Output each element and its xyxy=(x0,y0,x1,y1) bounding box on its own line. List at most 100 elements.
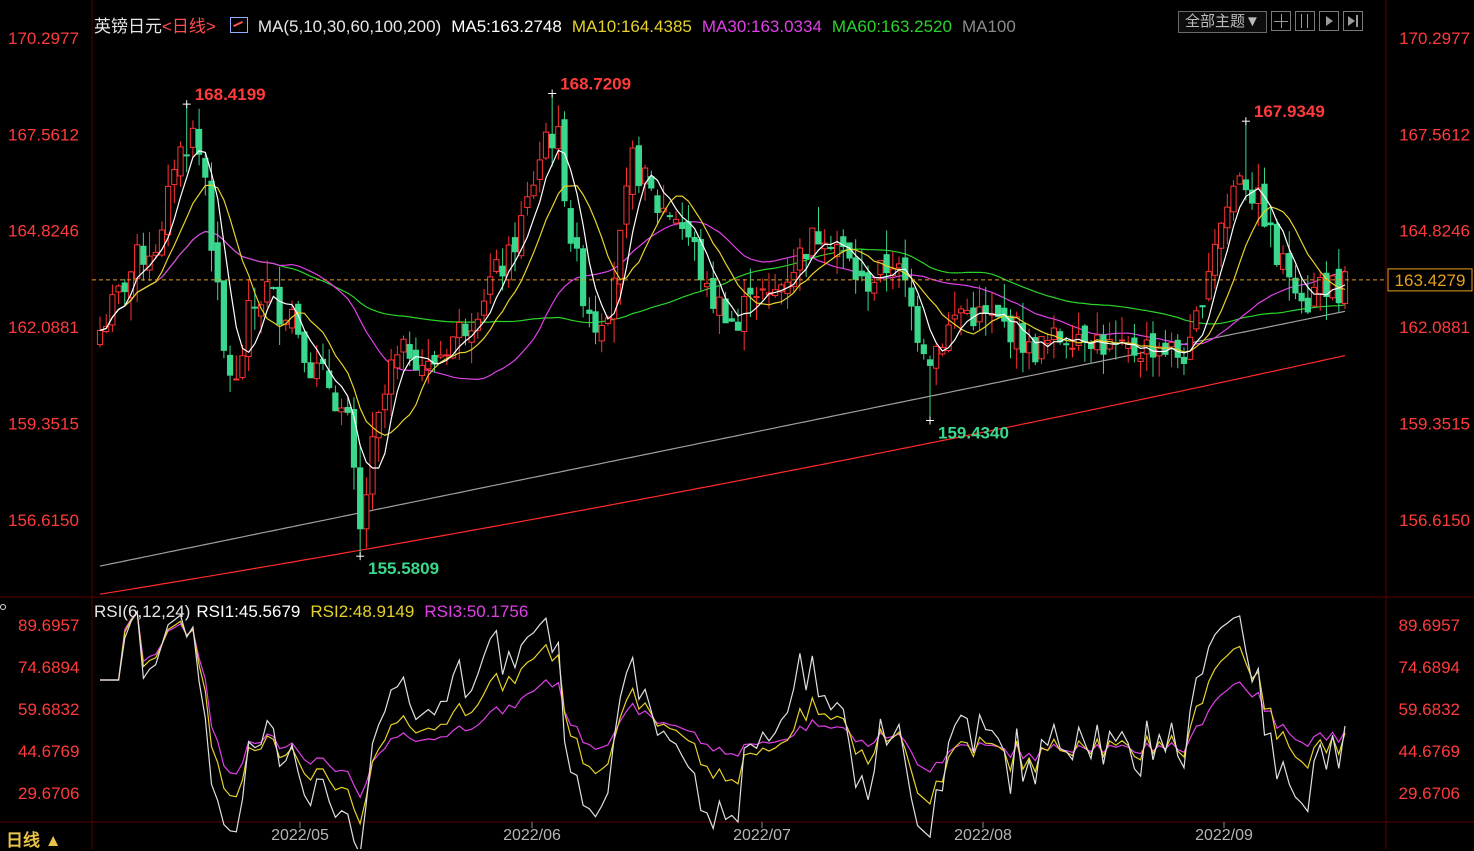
candle-body xyxy=(734,321,742,331)
candle-body xyxy=(716,296,723,316)
candle-body xyxy=(703,282,711,288)
candle-body xyxy=(511,237,519,253)
price-tick-left: 156.6150 xyxy=(8,511,79,530)
candle-body xyxy=(1149,333,1157,358)
chart-toolbar: 全部主题▼ xyxy=(1178,11,1363,33)
candle-body xyxy=(425,360,432,370)
candle-body xyxy=(1162,342,1169,355)
price-tick-left: 162.0881 xyxy=(8,318,79,337)
candle-body xyxy=(369,436,376,495)
candle-body xyxy=(381,393,389,411)
candle-body xyxy=(239,355,246,378)
ma60-value: MA60:163.2520 xyxy=(831,17,952,36)
candle-body xyxy=(1211,243,1219,276)
grid-icon[interactable] xyxy=(1270,11,1291,31)
ma30-value: MA30:163.0334 xyxy=(701,17,822,36)
candle-body xyxy=(1069,347,1076,350)
ma-settings-icon[interactable] xyxy=(229,17,248,33)
candle-body xyxy=(666,215,673,218)
candle-body xyxy=(883,254,890,274)
candle-body xyxy=(1242,179,1249,191)
price-tick-right: 170.2977 xyxy=(1399,29,1470,48)
candle-body xyxy=(1044,339,1051,344)
candle-body xyxy=(115,285,122,293)
candle-body xyxy=(672,218,680,224)
candle-body xyxy=(214,242,221,283)
play-icon[interactable] xyxy=(1318,11,1339,31)
candle-body xyxy=(96,329,104,346)
price-tick-right: 164.8246 xyxy=(1399,222,1470,241)
candle-body xyxy=(827,246,834,249)
candle-body xyxy=(1143,339,1150,355)
price-tick-right: 167.5612 xyxy=(1399,125,1470,144)
candle-body xyxy=(895,263,903,269)
time-tick-label: 2022/08 xyxy=(954,827,1012,844)
rsi1-line xyxy=(100,609,1346,849)
candle-body xyxy=(264,281,271,303)
candle-body xyxy=(344,406,351,413)
candle-body xyxy=(171,169,178,186)
candle-body xyxy=(245,300,252,358)
candle-body xyxy=(177,146,184,177)
candle-body xyxy=(1131,337,1138,356)
time-tick-label: 2022/07 xyxy=(733,827,791,844)
candle-body xyxy=(623,185,630,225)
candle-body xyxy=(759,288,766,291)
chart-canvas[interactable]: 170.2977 170.2977 167.5612 167.5612 164.8246… xyxy=(0,0,1474,849)
candle-body xyxy=(1193,310,1200,330)
price-tick-left: 170.2977 xyxy=(8,29,79,48)
candle-body xyxy=(388,359,395,395)
rsi-tick-right: 29.6706 xyxy=(1399,784,1460,803)
candle-body xyxy=(251,306,258,309)
candle-body xyxy=(443,354,450,357)
rsi-tick-left: 44.6769 xyxy=(18,742,79,761)
candle-body xyxy=(1218,222,1225,249)
candle-body xyxy=(710,277,717,309)
candle-body xyxy=(982,305,989,314)
candle-body xyxy=(165,185,172,236)
candle-body xyxy=(307,362,314,379)
rsi2-line xyxy=(100,610,1346,826)
rsi-tick-left: 89.6957 xyxy=(18,616,79,635)
rsi-tick-right: 74.6894 xyxy=(1399,658,1460,677)
candle-body xyxy=(301,331,308,363)
candle-body xyxy=(226,354,234,376)
candle-body xyxy=(914,306,921,343)
candle-body xyxy=(864,272,872,292)
candle-body xyxy=(406,344,413,359)
candle-body xyxy=(121,282,128,293)
candle-body xyxy=(858,270,865,277)
theme-button[interactable]: 全部主题▼ xyxy=(1178,11,1267,33)
candle-body xyxy=(908,287,915,307)
candle-body xyxy=(1081,325,1088,342)
candle-body xyxy=(530,184,537,197)
rsi-tick-right: 44.6769 xyxy=(1399,742,1460,761)
candle-body xyxy=(1038,336,1045,360)
candle-body xyxy=(871,281,878,294)
candle-body xyxy=(964,309,971,314)
price-tick-right: 159.3515 xyxy=(1399,414,1470,433)
candle-body xyxy=(1292,277,1299,294)
candle-body xyxy=(635,145,642,187)
extreme-label: 168.4199 xyxy=(195,85,266,104)
candle-body xyxy=(418,364,426,377)
candle-body xyxy=(629,147,636,195)
candle-body xyxy=(462,323,469,337)
rsi-params: RSI(6,12,24) xyxy=(94,602,191,621)
columns-icon[interactable] xyxy=(1294,11,1315,31)
symbol-name: 英镑日元 xyxy=(94,17,162,36)
extreme-label: 159.4340 xyxy=(938,424,1009,443)
last-price-label: 163.4279 xyxy=(1395,271,1466,290)
candle-body xyxy=(202,157,209,178)
skip-end-icon[interactable] xyxy=(1342,11,1363,31)
price-tick-right: 162.0881 xyxy=(1399,318,1470,337)
candle-body xyxy=(1050,327,1057,340)
candle-body xyxy=(375,411,382,439)
candle-body xyxy=(189,127,197,148)
rsi-tick-left: 59.6832 xyxy=(18,700,79,719)
period-link[interactable]: <日线> xyxy=(162,17,216,36)
candle-body xyxy=(1310,286,1318,307)
candle-body xyxy=(394,354,401,369)
period-selector[interactable]: 日线 ▲ xyxy=(6,826,62,851)
candle-body xyxy=(1267,222,1274,226)
